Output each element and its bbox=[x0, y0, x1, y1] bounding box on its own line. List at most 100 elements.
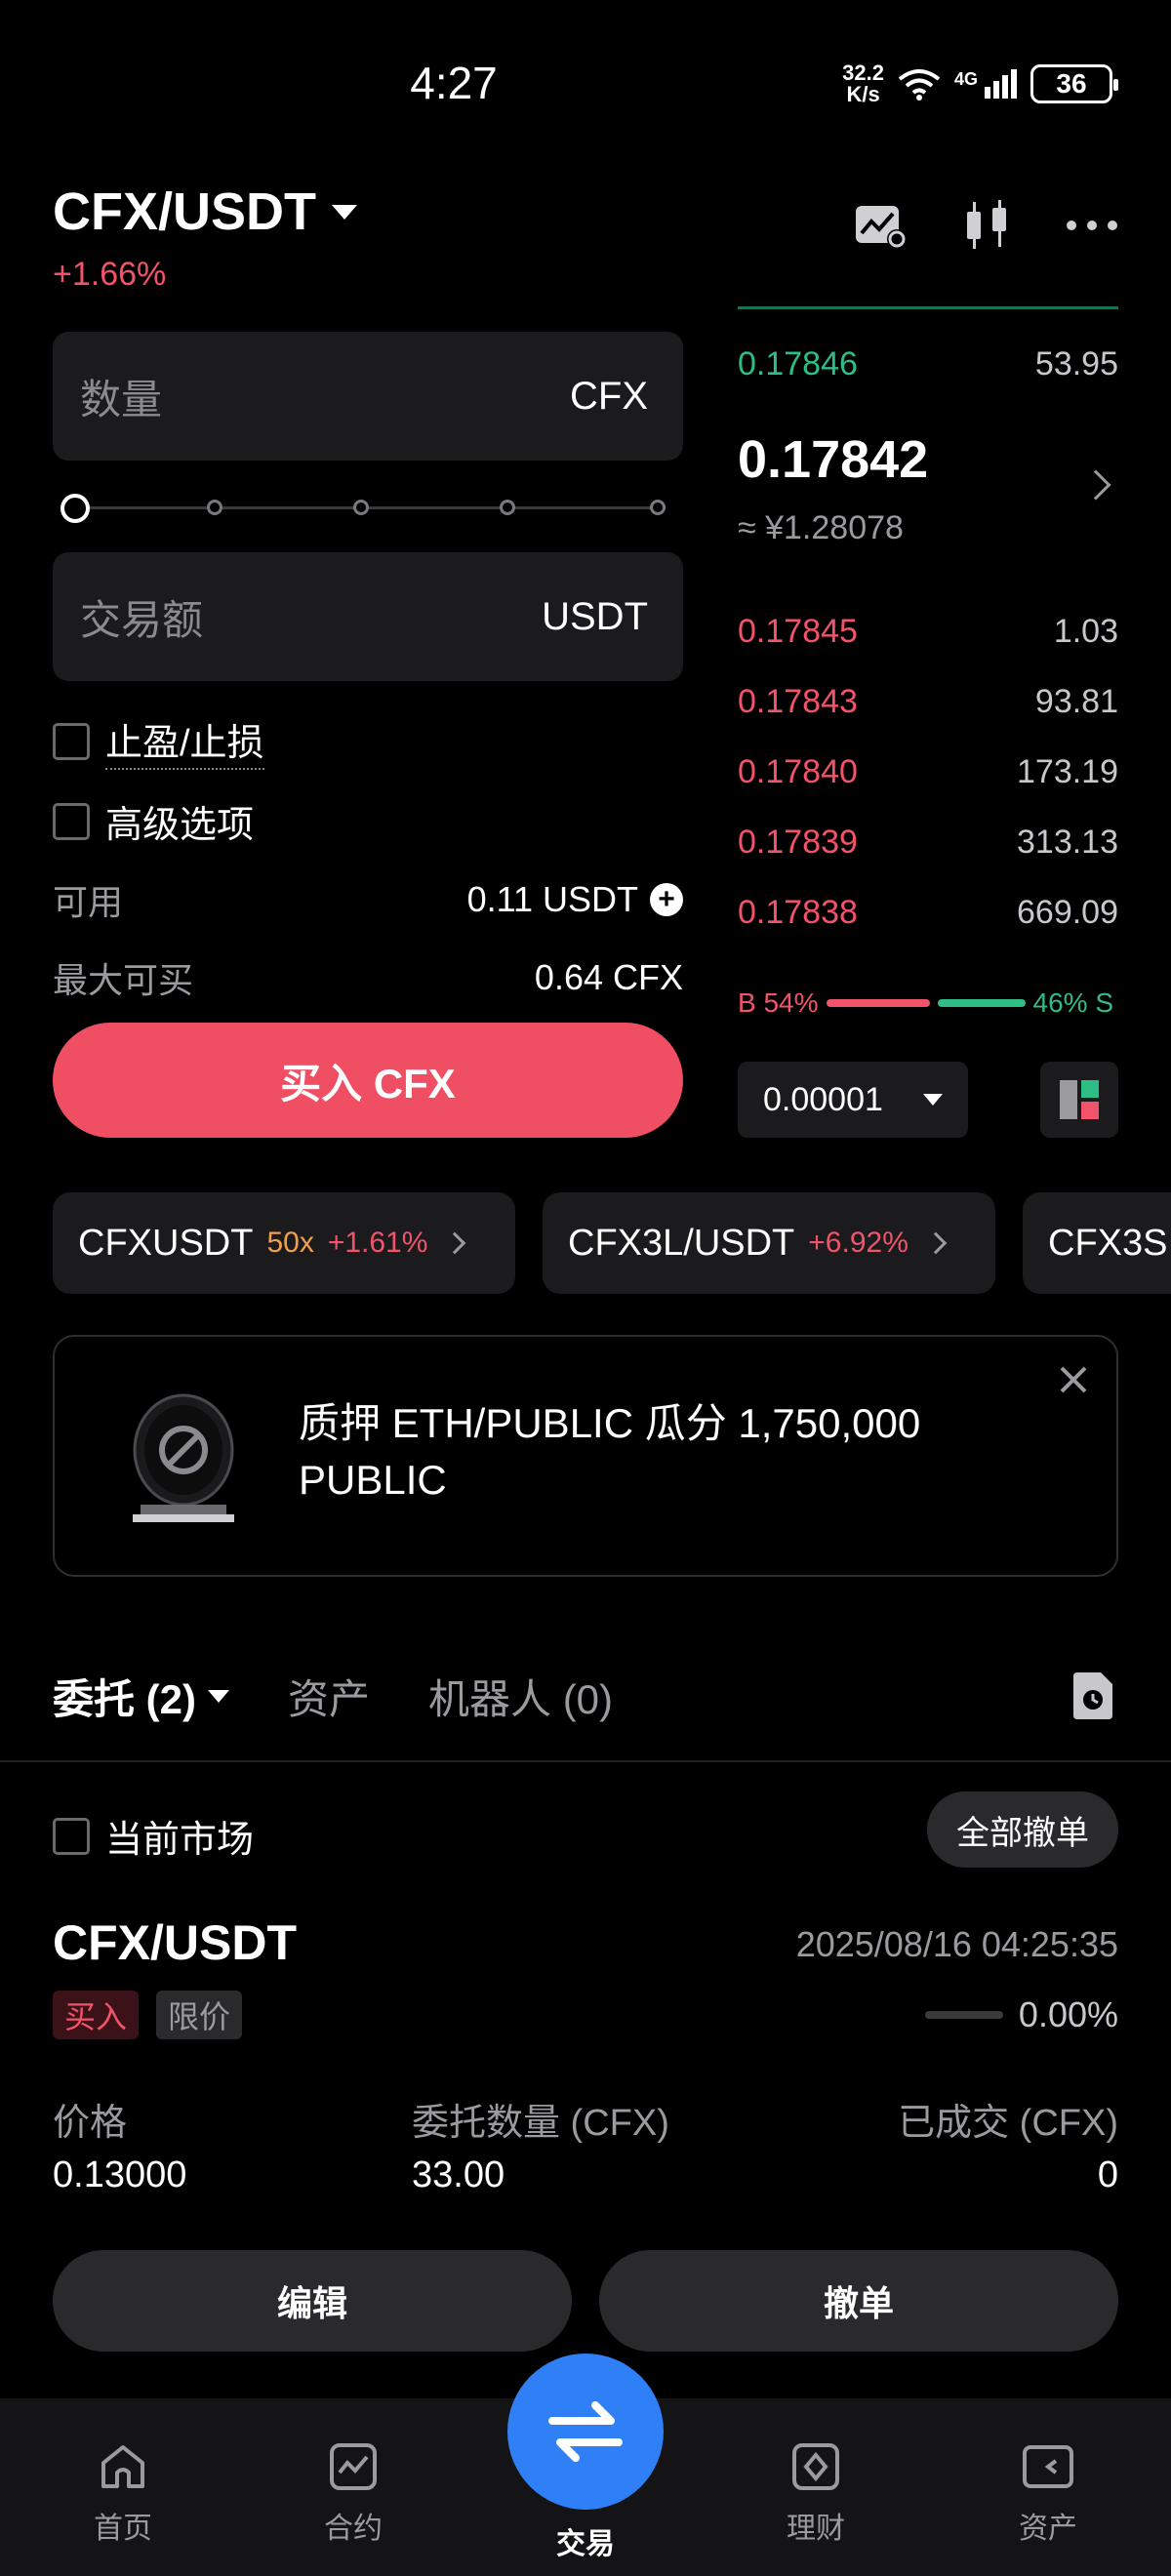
advanced-options-checkbox[interactable]: 高级选项 bbox=[53, 794, 254, 848]
ob-qty: 53.95 bbox=[1034, 345, 1118, 382]
nav-earn[interactable]: 理财 bbox=[747, 2439, 884, 2547]
tick-size-select[interactable]: 0.00001 bbox=[738, 1062, 968, 1138]
buy-button[interactable]: 买入 CFX bbox=[53, 1023, 683, 1138]
total-field[interactable]: 交易额 USDT bbox=[53, 552, 683, 681]
history-icon[interactable] bbox=[1070, 1670, 1116, 1726]
tab-bots[interactable]: 机器人 (0) bbox=[428, 1667, 613, 1726]
checkbox-icon[interactable] bbox=[53, 1817, 90, 1855]
current-market-label: 当前市场 bbox=[105, 1820, 255, 1861]
available-row: 可用 0.11 USDT + bbox=[53, 874, 683, 925]
chip-name: CFX3L/USDT bbox=[568, 1222, 795, 1264]
slider-knob[interactable] bbox=[61, 494, 90, 523]
tab-assets[interactable]: 资产 bbox=[288, 1667, 370, 1726]
amount-unit: CFX bbox=[570, 374, 648, 418]
buy-sell-ratio: B 54% 46% S bbox=[738, 987, 1118, 1019]
ob-bid-row[interactable]: 0.17839 313.13 bbox=[738, 824, 1118, 862]
max-buy-value: 0.64 CFX bbox=[534, 957, 683, 997]
filled-label: 已成交 (CFX) bbox=[898, 2103, 1118, 2144]
status-icons: 32.2 K/s 4G 36 bbox=[842, 60, 1118, 106]
cancel-button[interactable]: 撤单 bbox=[599, 2250, 1118, 2352]
nav-trade[interactable] bbox=[507, 2354, 664, 2510]
max-buy-label: 最大可买 bbox=[53, 960, 194, 1000]
ob-bid-row[interactable]: 0.17845 1.03 bbox=[738, 613, 1118, 651]
ob-qty: 93.81 bbox=[1034, 683, 1118, 720]
ob-qty: 313.13 bbox=[1017, 824, 1118, 861]
qty-value: 33.00 bbox=[412, 2154, 505, 2195]
nav-home-label: 首页 bbox=[94, 2513, 152, 2545]
nav-futures[interactable]: 合约 bbox=[285, 2439, 422, 2547]
net-speed-unit: K/s bbox=[846, 82, 880, 106]
checkbox-icon[interactable] bbox=[53, 802, 90, 840]
book-layout-button[interactable] bbox=[1040, 1062, 1118, 1138]
futures-icon bbox=[326, 2439, 381, 2494]
chip-name: CFX3S bbox=[1048, 1222, 1168, 1264]
available-value: 0.11 USDT bbox=[466, 879, 638, 919]
chart-settings-icon[interactable] bbox=[853, 197, 909, 254]
slider-step[interactable] bbox=[500, 500, 515, 515]
order-time: 2025/08/16 04:25:35 bbox=[795, 1924, 1118, 1964]
net-speed-value: 32.2 bbox=[842, 60, 884, 85]
max-buy-row: 最大可买 0.64 CFX bbox=[53, 952, 683, 1003]
progress-bar bbox=[924, 2011, 1003, 2019]
ob-bid-row[interactable]: 0.17838 669.09 bbox=[738, 894, 1118, 932]
chevron-right-icon[interactable] bbox=[1080, 469, 1111, 501]
ob-price: 0.17838 bbox=[738, 894, 858, 931]
related-chip[interactable]: CFX3L/USDT +6.92% bbox=[543, 1192, 995, 1294]
amount-slider[interactable] bbox=[61, 494, 675, 523]
pair-selector[interactable]: CFX/USDT bbox=[53, 181, 357, 242]
current-market-checkbox[interactable]: 当前市场 bbox=[53, 1809, 254, 1863]
fill-progress: 0.00% bbox=[924, 1994, 1118, 2035]
nav-assets[interactable]: 资产 bbox=[980, 2439, 1116, 2547]
total-unit: USDT bbox=[542, 594, 648, 638]
available-label: 可用 bbox=[53, 882, 124, 922]
buy-ratio-label: B 54% bbox=[738, 987, 819, 1018]
tp-sl-label: 止盈/止损 bbox=[105, 712, 264, 770]
sell-ratio-label: 46% S bbox=[1032, 987, 1114, 1018]
ob-qty: 1.03 bbox=[1053, 613, 1118, 650]
ob-clipped-row bbox=[738, 302, 1118, 312]
related-chip[interactable]: CFXUSDT 50x +1.61% bbox=[53, 1192, 515, 1294]
cancel-all-button[interactable]: 全部撤单 bbox=[927, 1791, 1118, 1868]
tab-orders[interactable]: 委托 (2) bbox=[53, 1667, 230, 1726]
ob-qty: 669.09 bbox=[1017, 894, 1118, 931]
trophy-icon bbox=[129, 1389, 238, 1531]
chip-leverage: 50x bbox=[266, 1227, 314, 1259]
sell-ratio-bar bbox=[937, 999, 1026, 1007]
status-time: 4:27 bbox=[410, 58, 498, 108]
slider-step[interactable] bbox=[353, 500, 369, 515]
slider-track bbox=[74, 506, 666, 509]
price-value: 0.13000 bbox=[53, 2154, 187, 2195]
more-icon[interactable] bbox=[1064, 197, 1120, 254]
amount-field[interactable]: 数量 CFX bbox=[53, 332, 683, 461]
ob-ask-row[interactable]: 0.17846 53.95 bbox=[738, 345, 1118, 383]
banner-text: 质押 ETH/PUBLIC 瓜分 1,750,000 PUBLIC bbox=[299, 1400, 921, 1503]
home-icon bbox=[96, 2439, 150, 2494]
qty-label: 委托数量 (CFX) bbox=[412, 2103, 669, 2144]
checkbox-icon[interactable] bbox=[53, 722, 90, 760]
buy-ratio-bar bbox=[826, 999, 930, 1007]
related-chip[interactable]: CFX3S bbox=[1023, 1192, 1171, 1294]
total-placeholder: 交易额 bbox=[80, 596, 204, 643]
slider-step[interactable] bbox=[207, 500, 222, 515]
signal-icon: 4G bbox=[954, 69, 1017, 99]
wifi-icon bbox=[898, 69, 941, 101]
close-icon[interactable] bbox=[1056, 1362, 1091, 1397]
ob-bid-row[interactable]: 0.17843 93.81 bbox=[738, 683, 1118, 721]
ob-bid-row[interactable]: 0.17840 173.19 bbox=[738, 753, 1118, 791]
amount-placeholder: 数量 bbox=[80, 376, 163, 423]
edit-button[interactable]: 编辑 bbox=[53, 2250, 572, 2352]
slider-step[interactable] bbox=[650, 500, 666, 515]
ob-price: 0.17839 bbox=[738, 824, 858, 861]
filled-value: 0 bbox=[1097, 2154, 1118, 2195]
add-funds-icon[interactable]: + bbox=[650, 883, 683, 916]
chevron-right-icon bbox=[924, 1231, 948, 1255]
pair-title: CFX/USDT bbox=[53, 182, 316, 241]
nav-home[interactable]: 首页 bbox=[55, 2439, 191, 2547]
chevron-down-icon bbox=[923, 1094, 943, 1106]
candlestick-icon[interactable] bbox=[958, 197, 1015, 254]
header-actions bbox=[853, 197, 1120, 254]
side-badge: 买入 bbox=[53, 1991, 140, 2039]
tab-orders-label: 委托 (2) bbox=[53, 1676, 197, 1722]
tp-sl-checkbox[interactable]: 止盈/止损 bbox=[53, 712, 264, 770]
progress-value: 0.00% bbox=[1018, 1994, 1118, 2034]
